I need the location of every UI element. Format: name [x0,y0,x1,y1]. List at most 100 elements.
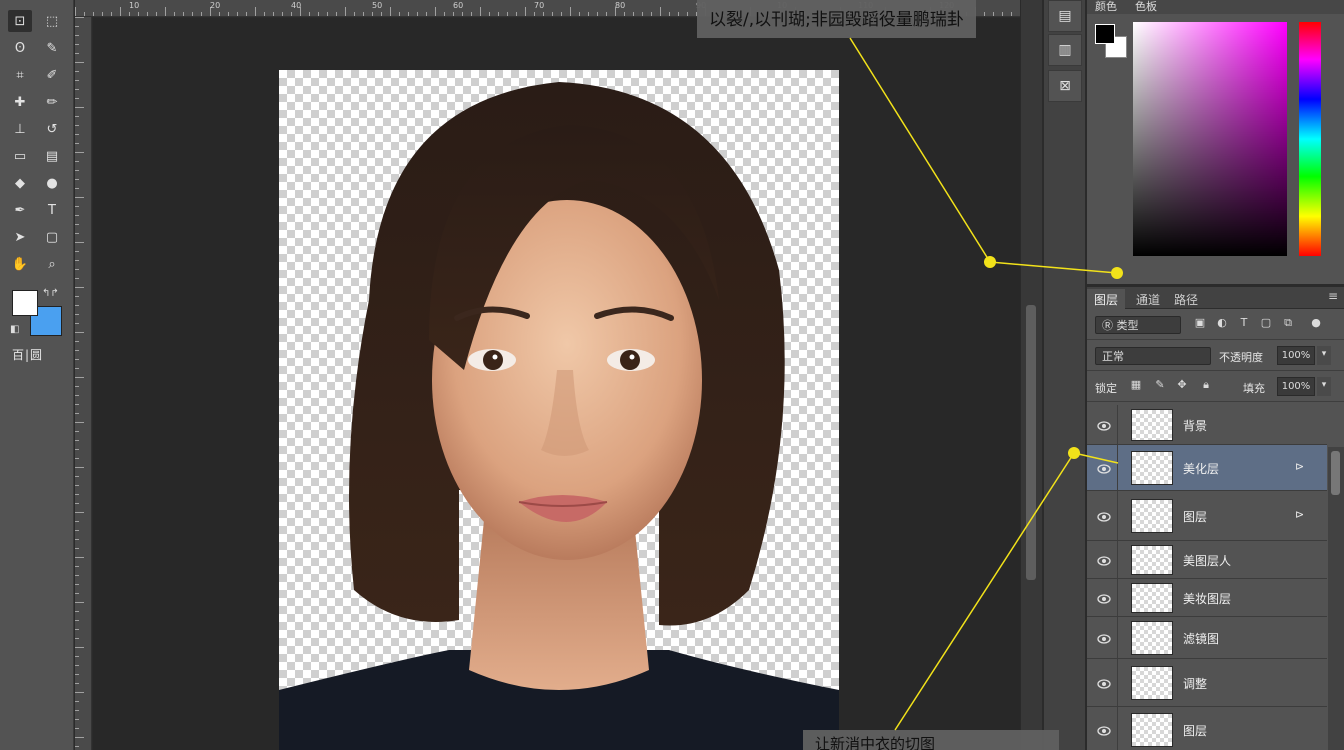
lock-position-icon[interactable]: ✥ [1173,378,1191,394]
ruler-tick [669,12,670,16]
layer-row[interactable]: 背景 [1087,405,1327,445]
fill-dropdown-icon[interactable]: ▾ [1317,377,1331,396]
ruler-tick [165,7,166,16]
adjustments-panel-icon[interactable]: ⊠ [1048,70,1082,102]
ruler-tick [174,12,175,16]
ruler-tick [345,7,346,16]
properties-panel-icon[interactable]: ▥ [1048,34,1082,66]
filter-toggle-icon[interactable]: ● [1307,316,1325,332]
move-tool[interactable]: ⊡ [8,10,32,32]
layer-row[interactable]: 调整 [1087,659,1327,707]
layers-scrollbar-thumb[interactable] [1331,451,1340,495]
hand-tool[interactable]: ✋ [8,253,32,275]
canvas-vertical-scrollbar[interactable] [1020,0,1042,750]
swap-colors-icon[interactable]: ↰↱ [42,288,59,299]
layer-row[interactable]: 美图层人 [1087,541,1327,579]
type-tool[interactable]: T [40,199,64,221]
opacity-input[interactable]: 100% [1277,346,1315,365]
filter-smart-icon[interactable]: ⧉ [1279,316,1297,332]
tab-layers[interactable]: 图层 [1087,289,1126,309]
ruler-tick [678,12,679,16]
quick-select-tool[interactable]: ✎ [40,37,64,59]
marquee-icon: ⬚ [45,13,59,29]
zoom-tool[interactable]: ⌕ [40,253,64,275]
healing-tool[interactable]: ✚ [8,91,32,113]
tab-paths[interactable]: 路径 [1167,289,1205,309]
ruler-tick [660,7,661,16]
blend-mode-select[interactable]: 正常 [1095,347,1211,365]
lock-label: 锁定 [1095,382,1117,395]
hue-slider[interactable] [1299,22,1321,256]
eye-icon[interactable] [1097,593,1111,604]
eye-icon[interactable] [1097,633,1111,644]
shape-tool[interactable]: ▢ [40,226,64,248]
layer-row[interactable]: 图层 ⊳ [1087,491,1327,541]
ruler-tick [75,62,84,63]
ruler-tick [408,12,409,16]
lock-row: 锁定 ▦ ✎ ✥ 🔒︎ 填充 100% ▾ [1087,372,1344,402]
eyedropper-tool[interactable]: ✐ [40,64,64,86]
ruler-tick [318,12,319,16]
color-picker-field[interactable] [1133,22,1287,256]
eraser-tool[interactable]: ▭ [8,145,32,167]
layer-row[interactable]: 美妆图层 [1087,579,1327,617]
tab-swatches[interactable]: 色板 [1129,0,1163,14]
layer-row[interactable]: 美化层 ⊳ [1087,445,1327,491]
stamp-tool[interactable]: ⊥ [8,118,32,140]
lock-pixels-icon[interactable]: ✎ [1151,378,1169,394]
layer-row[interactable]: 滤镜图 [1087,617,1327,659]
ruler-tick [75,26,79,27]
brush-tool[interactable]: ✏ [40,91,64,113]
layer-name: 图层 [1183,724,1208,738]
quick-mask-toggle[interactable]: 百|圆 [12,346,43,363]
history-brush-tool[interactable]: ↺ [40,118,64,140]
ruler-tick [633,12,634,16]
ruler-tick [102,12,103,16]
ruler-tick [75,305,79,306]
layer-effects-icon[interactable]: ⊳ [1295,460,1309,474]
eye-icon[interactable] [1097,555,1111,566]
layer-row[interactable]: 图层 [1087,707,1327,750]
ruler-tick [75,287,84,288]
eye-icon[interactable] [1097,511,1111,522]
tab-channels[interactable]: 通道 [1129,289,1167,309]
fill-input[interactable]: 100% [1277,377,1315,396]
marquee-tool[interactable]: ⬚ [40,10,64,32]
ruler-tick [75,197,84,198]
color-panel-foreground[interactable] [1095,24,1115,44]
crop-tool[interactable]: ⌗ [8,64,32,86]
canvas-area[interactable] [93,18,1020,750]
filter-adjust-icon[interactable]: ◐ [1213,316,1231,332]
panel-menu-icon[interactable]: ≡ [1328,289,1338,303]
pen-tool[interactable]: ✒ [8,199,32,221]
foreground-color-swatch[interactable] [12,290,38,316]
opacity-dropdown-icon[interactable]: ▾ [1317,346,1331,365]
lock-transparent-icon[interactable]: ▦ [1127,378,1145,394]
eye-icon[interactable] [1097,463,1111,474]
ruler-tick [372,12,373,16]
ruler-tick [561,12,562,16]
default-colors-icon[interactable]: ◧ [10,324,19,335]
dodge-tool[interactable]: ● [40,172,64,194]
ruler-tick [75,611,79,612]
blur-tool[interactable]: ◆ [8,172,32,194]
eye-icon[interactable] [1097,420,1111,431]
eye-icon[interactable] [1097,678,1111,689]
gradient-tool[interactable]: ▤ [40,145,64,167]
filter-pixel-icon[interactable]: ▣ [1191,316,1209,332]
lasso-tool[interactable]: ʘ [8,37,32,59]
path-select-tool[interactable]: ➤ [8,226,32,248]
tab-color[interactable]: 颜色 [1089,0,1123,14]
lock-all-icon[interactable]: 🔒︎ [1197,378,1215,394]
scrollbar-thumb[interactable] [1026,305,1036,580]
layer-effects-icon[interactable]: ⊳ [1295,508,1309,522]
layer-name: 调整 [1183,677,1208,691]
layers-scrollbar[interactable] [1328,447,1344,750]
ruler-tick [75,629,79,630]
filter-shape-icon[interactable]: ▢ [1257,316,1275,332]
document-canvas[interactable] [279,70,839,750]
filter-type-icon[interactable]: T [1235,316,1253,332]
eye-icon[interactable] [1097,725,1111,736]
layer-filter-select[interactable]: Ⓡ 类型 [1095,316,1181,334]
history-panel-icon[interactable]: ▤ [1048,0,1082,32]
